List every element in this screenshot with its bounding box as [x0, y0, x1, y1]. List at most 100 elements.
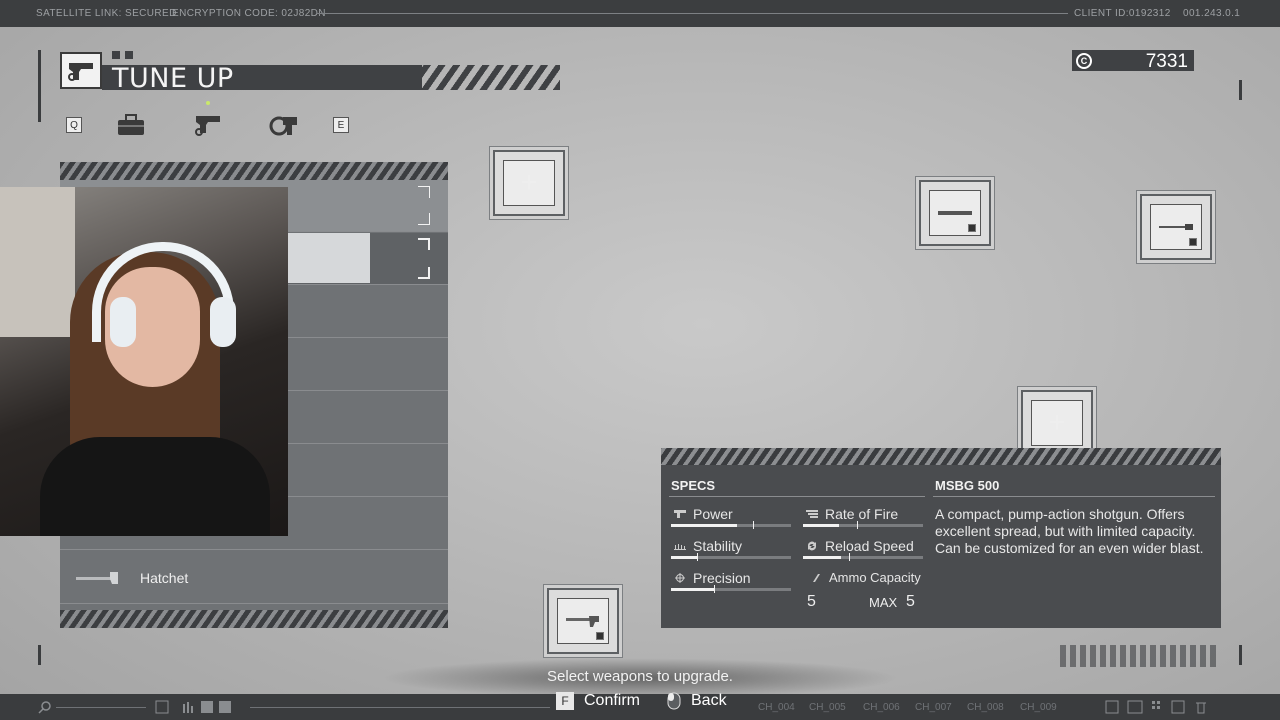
- system-icons: [1105, 700, 1206, 714]
- stat-label: Stability: [693, 538, 743, 554]
- next-tab-key[interactable]: E: [333, 117, 349, 133]
- muzzle-icon: [1159, 224, 1193, 230]
- pistol-icon: [674, 510, 686, 518]
- rate-of-fire-icon: [806, 510, 818, 518]
- back-label: Back: [691, 692, 727, 709]
- handgun-tab-icon[interactable]: [192, 111, 224, 139]
- list-bottom-band: [60, 610, 448, 628]
- stat-bar: [671, 521, 791, 529]
- webcam-overlay: [0, 187, 288, 536]
- channel-label: CH_007: [915, 702, 952, 713]
- bullet-icon: [813, 573, 820, 582]
- plus-icon: +: [1048, 406, 1066, 439]
- slot-badge: [1189, 238, 1197, 246]
- stat-label: Rate of Fire: [825, 506, 899, 522]
- specs-divider: [669, 496, 925, 497]
- channel-label: CH_004: [758, 702, 795, 713]
- stat-fill: [671, 524, 737, 527]
- credit-icon: C: [1076, 53, 1092, 69]
- weapon-name: Hatchet: [140, 570, 189, 586]
- weapon-description: A compact, pump-action shotgun. Offers e…: [935, 506, 1204, 556]
- client-id: CLIENT ID:0192312: [1074, 8, 1171, 19]
- plus-icon: +: [520, 166, 538, 199]
- attachment-slot-stock[interactable]: [547, 588, 619, 654]
- header-deco: [125, 51, 133, 59]
- stat-bar: [803, 553, 923, 561]
- stat-fill: [803, 524, 839, 527]
- decor-stripes: [1060, 645, 1218, 667]
- stat-label: Precision: [693, 570, 751, 586]
- slot-inner: [1150, 204, 1202, 250]
- crosshair-icon: [675, 573, 685, 583]
- background-shelf: [0, 187, 75, 337]
- briefcase-icon[interactable]: [115, 111, 147, 139]
- confirm-label: Confirm: [584, 692, 641, 709]
- stock-icon: [566, 616, 599, 627]
- hatchet-thumbnail: [76, 572, 118, 584]
- stat-label: Power: [693, 506, 733, 522]
- top-status-bar: SATELLITE LINK: SECURED ENCRYPTION CODE:…: [0, 0, 1280, 27]
- ammo-value: 5: [807, 593, 816, 610]
- specs-panel: SPECS MSBG 500 Power Rate of Fire Stabil…: [661, 448, 1221, 628]
- stat-rate-of-fire: Rate of Fire: [805, 506, 898, 522]
- mouse-icon: [667, 692, 681, 710]
- handgun-icon: [60, 52, 102, 89]
- instruction-prompt: Select weapons to upgrade.: [547, 668, 733, 685]
- stat-bar: [671, 553, 791, 561]
- name-divider: [933, 496, 1215, 497]
- channel-label: CH_008: [967, 702, 1004, 713]
- edge-mark: [38, 645, 41, 665]
- ammo-max-value: 5: [906, 593, 915, 610]
- stability-icon: [674, 544, 686, 550]
- page-title: TUNE UP: [112, 63, 234, 94]
- satellite-status: SATELLITE LINK: SECURED: [36, 8, 177, 19]
- stat-max-tick: [849, 553, 850, 561]
- stat-max-tick: [857, 521, 858, 529]
- version-number: 001.243.0.1: [1183, 8, 1241, 19]
- edge-mark: [1239, 80, 1242, 100]
- stat-max-tick: [714, 585, 715, 593]
- topbar-divider: [316, 13, 1068, 14]
- selection-bracket: [418, 186, 430, 198]
- stat-bar: [671, 585, 791, 593]
- back-button[interactable]: Back: [667, 692, 727, 710]
- list-top-band: [60, 162, 448, 180]
- stat-reload-speed: Reload Speed: [805, 538, 914, 554]
- channel-label: CH_009: [1020, 702, 1057, 713]
- attachment-slot-muzzle[interactable]: [1140, 194, 1212, 260]
- channel-label: CH_006: [863, 702, 900, 713]
- stat-fill: [671, 556, 697, 559]
- stat-max-tick: [697, 553, 698, 561]
- header-deco: [112, 51, 120, 59]
- slot-inner: [557, 598, 609, 644]
- encryption-code: ENCRYPTION CODE: 02J82DN: [172, 8, 326, 19]
- active-tab-indicator: [206, 101, 210, 105]
- edge-mark: [38, 50, 41, 122]
- confirm-key: F: [556, 692, 574, 710]
- prev-tab-key[interactable]: Q: [66, 117, 82, 133]
- stat-fill: [671, 588, 714, 591]
- credits-value: 7331: [1145, 51, 1188, 72]
- credit-weapon-icon[interactable]: [268, 111, 300, 139]
- stat-label: Reload Speed: [825, 538, 914, 554]
- specs-header: SPECS: [671, 478, 716, 493]
- edge-mark: [1239, 645, 1242, 665]
- bottom-line: [56, 707, 146, 708]
- stat-ammo-capacity: Ammo Capacity: [809, 570, 921, 585]
- slot-inner: +: [503, 160, 555, 206]
- bottom-line: [250, 707, 550, 708]
- add-attachment-slot[interactable]: +: [1021, 390, 1093, 456]
- person-body: [40, 437, 270, 536]
- stat-stability: Stability: [673, 538, 742, 554]
- stat-label: Ammo Capacity: [829, 570, 921, 585]
- attachment-slot-magazine[interactable]: [919, 180, 991, 246]
- magazine-icon: [938, 211, 972, 215]
- stat-bar: [803, 521, 923, 529]
- confirm-button[interactable]: F Confirm: [556, 692, 640, 710]
- headset-ear-right: [210, 297, 236, 347]
- headset-ear-left: [110, 297, 136, 347]
- slot-badge: [968, 224, 976, 232]
- search-icon[interactable]: [38, 700, 52, 714]
- weapon-list-item-hatchet[interactable]: Hatchet: [60, 552, 448, 604]
- add-attachment-slot[interactable]: +: [493, 150, 565, 216]
